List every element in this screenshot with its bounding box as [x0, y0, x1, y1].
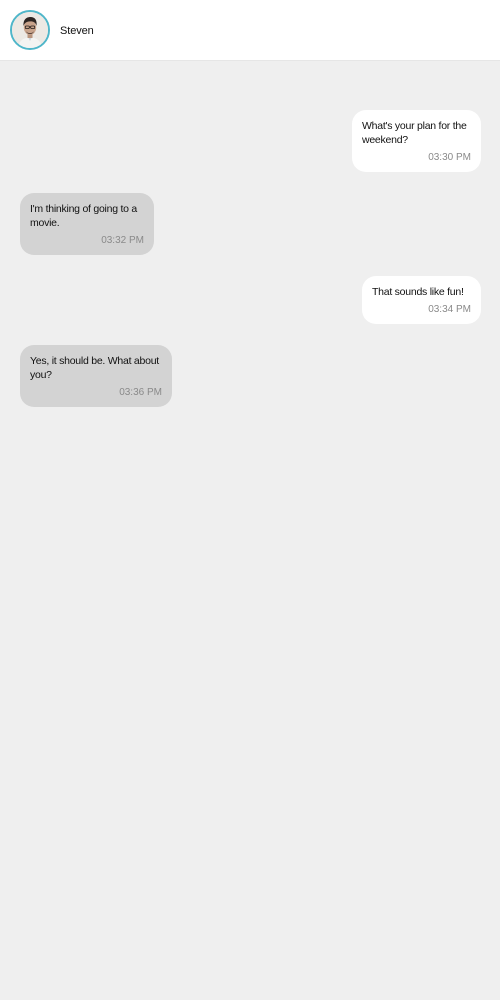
message-bubble-incoming[interactable]: I'm thinking of going to a movie. 03:32 … — [20, 193, 154, 255]
message-bubble-incoming[interactable]: Yes, it should be. What about you? 03:36… — [20, 345, 172, 407]
person-avatar-icon — [12, 12, 48, 48]
contact-name[interactable]: Steven — [60, 24, 94, 38]
message-list: What's your plan for the weekend? 03:30 … — [0, 61, 500, 1000]
contact-avatar[interactable] — [10, 10, 50, 50]
message-timestamp: 03:36 PM — [119, 387, 162, 398]
message-text: I'm thinking of going to a movie. — [30, 203, 137, 229]
message-text: Yes, it should be. What about you? — [30, 355, 159, 381]
message-bubble-outgoing[interactable]: What's your plan for the weekend? 03:30 … — [352, 110, 481, 172]
message-timestamp: 03:30 PM — [428, 152, 471, 163]
message-timestamp: 03:34 PM — [428, 304, 471, 315]
message-bubble-outgoing[interactable]: That sounds like fun! 03:34 PM — [362, 276, 481, 324]
message-timestamp: 03:32 PM — [101, 235, 144, 246]
message-text: That sounds like fun! — [372, 286, 464, 298]
chat-header: Steven — [0, 0, 500, 61]
message-text: What's your plan for the weekend? — [362, 120, 467, 146]
